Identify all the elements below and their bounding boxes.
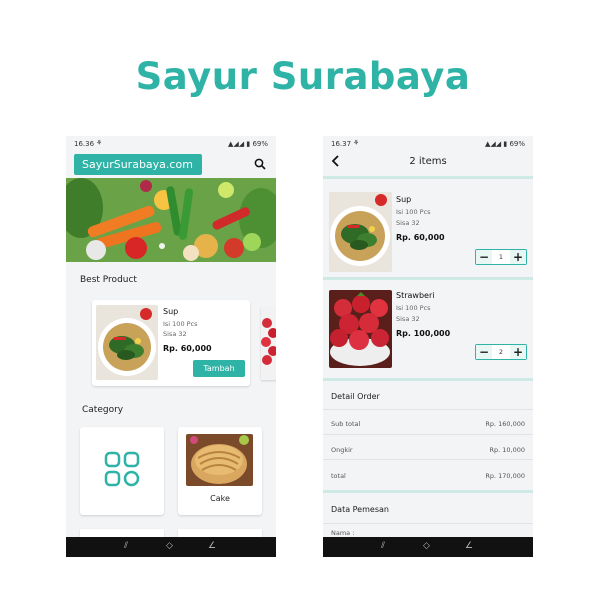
product-price: Rp. 60,000 [163, 344, 212, 353]
divider [323, 434, 533, 435]
cart-item-image-strawberi [329, 290, 392, 368]
cart-item-image-sup [329, 192, 392, 272]
cart-item-isi: Isi 100 Pcs [396, 304, 431, 312]
divider [323, 523, 533, 524]
nav-recent-icon[interactable]: ⫽ [124, 541, 128, 551]
detail-order-heading: Detail Order [331, 392, 380, 401]
quantity-value[interactable]: 2 [492, 345, 510, 359]
increase-button[interactable]: + [510, 345, 526, 359]
divider [323, 378, 533, 381]
product-name: Sup [163, 307, 179, 316]
vegetable-banner-image[interactable] [66, 178, 276, 262]
status-time: 16.36 [74, 140, 95, 148]
product-isi: Isi 100 Pcs [163, 320, 198, 328]
product-card[interactable]: Sup Isi 100 Pcs Sisa 32 Rp. 60,000 Tamba… [92, 300, 250, 386]
quantity-stepper[interactable]: − 2 + [475, 344, 527, 360]
cart-item-price: Rp. 100,000 [396, 329, 451, 338]
nav-back-icon[interactable]: ∠ [208, 541, 216, 551]
product-image-sup [96, 305, 158, 380]
product-image-next [261, 307, 276, 380]
status-bar: 16.36 ⚘ ▲◢◢ ▮ 69% [66, 136, 276, 152]
system-nav-bar: ⫽ ◇ ∠ [66, 537, 276, 557]
total-value: Rp. 170,000 [485, 472, 525, 480]
increase-button[interactable]: + [510, 250, 526, 264]
category-card-cake[interactable]: Cake [178, 427, 262, 515]
divider [323, 409, 533, 410]
category-heading: Category [82, 405, 124, 415]
divider [323, 176, 533, 179]
battery-level: 69% [509, 140, 525, 148]
ongkir-value: Rp. 10,000 [489, 446, 525, 454]
status-icons: ▲◢◢ ▮ 69% [228, 140, 268, 148]
battery-icon: ▮ [246, 140, 251, 148]
nama-field-label: Nama : [331, 529, 355, 537]
decrease-button[interactable]: − [476, 345, 492, 359]
battery-icon: ▮ [503, 140, 508, 148]
nav-home-icon[interactable]: ◇ [166, 541, 173, 551]
decrease-button[interactable]: − [476, 250, 492, 264]
brand-title: Sayur Surabaya [135, 55, 471, 98]
status-time: 16.37 [331, 140, 352, 148]
status-bar: 16.37 ⚘ ▲◢◢ ▮ 69% [323, 136, 533, 152]
banner-illustration [66, 178, 276, 262]
cart-title: 2 items [409, 156, 447, 167]
quantity-stepper[interactable]: − 1 + [475, 249, 527, 265]
search-icon[interactable] [254, 158, 266, 170]
divider [323, 277, 533, 280]
ongkir-label: Ongkir [331, 446, 353, 454]
divider [323, 490, 533, 493]
product-card-next[interactable] [261, 307, 276, 380]
category-label-cake: Cake [210, 494, 230, 503]
signal-icon: ▲◢◢ [227, 140, 247, 148]
status-icons: ▲◢◢ ▮ 69% [485, 140, 525, 148]
cart-item-price: Rp. 60,000 [396, 233, 445, 242]
cake-image [186, 434, 253, 486]
system-nav-bar: ⫽ ◇ ∠ [323, 537, 533, 557]
home-screen: 16.36 ⚘ ▲◢◢ ▮ 69% SayurSurabaya.com Best… [66, 136, 276, 557]
product-sisa: Sisa 32 [163, 330, 187, 338]
add-product-button[interactable]: Tambah [193, 360, 245, 377]
cart-item-name: Sup [396, 195, 412, 204]
site-name-button[interactable]: SayurSurabaya.com [74, 154, 202, 175]
notification-icon: ⚘ [96, 139, 103, 147]
category-card-grid[interactable] [80, 427, 164, 515]
best-product-heading: Best Product [80, 275, 137, 285]
total-label: total [331, 472, 346, 480]
cart-item[interactable]: Strawberi Isi 100 Pcs Sisa 32 Rp. 100,00… [323, 281, 533, 377]
cart-item-sisa: Sisa 32 [396, 219, 420, 227]
grid-icon [104, 451, 140, 487]
battery-level: 69% [252, 140, 268, 148]
signal-icon: ▲◢◢ [484, 140, 504, 148]
subtotal-label: Sub total [331, 420, 361, 428]
cart-item-name: Strawberi [396, 291, 435, 300]
notification-icon: ⚘ [353, 139, 360, 147]
quantity-value[interactable]: 1 [492, 250, 510, 264]
cart-item[interactable]: Sup Isi 100 Pcs Sisa 32 Rp. 60,000 − 1 + [323, 180, 533, 276]
nav-back-icon[interactable]: ∠ [465, 541, 473, 551]
subtotal-value: Rp. 160,000 [485, 420, 525, 428]
cart-item-isi: Isi 100 Pcs [396, 208, 431, 216]
nav-recent-icon[interactable]: ⫽ [381, 541, 385, 551]
cart-item-sisa: Sisa 32 [396, 315, 420, 323]
nav-home-icon[interactable]: ◇ [423, 541, 430, 551]
cart-screen: 16.37 ⚘ ▲◢◢ ▮ 69% 2 items Sup Isi 100 Pc… [323, 136, 533, 557]
divider [323, 459, 533, 460]
data-pemesan-heading: Data Pemesan [331, 505, 389, 514]
